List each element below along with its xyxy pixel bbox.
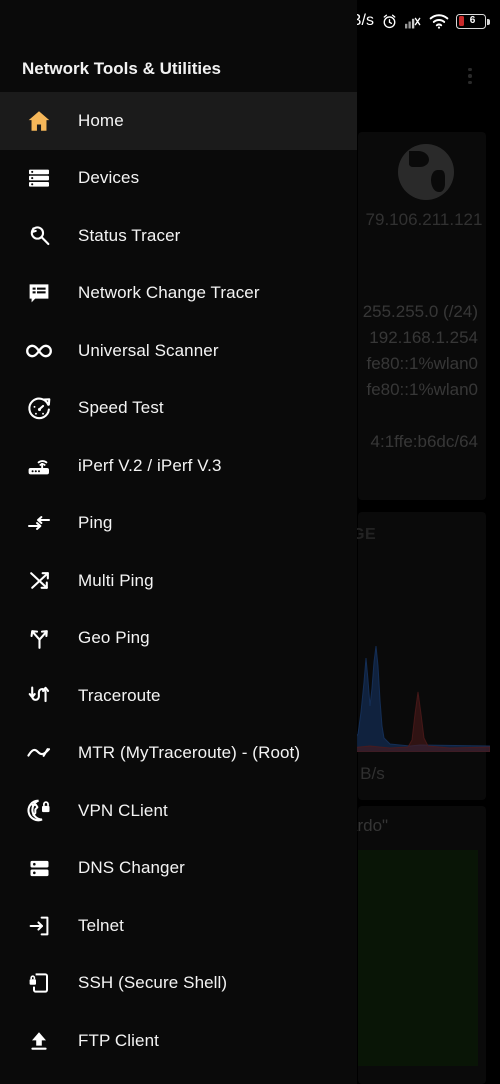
traceroute-icon (22, 679, 56, 713)
sidebar-item-label: Devices (78, 168, 140, 188)
sidebar-item-universal-scanner[interactable]: Universal Scanner (0, 322, 357, 380)
phone-lock-icon (22, 966, 56, 1000)
sidebar-item-label: iPerf V.2 / iPerf V.3 (78, 455, 222, 475)
sidebar-item-devices[interactable]: Devices (0, 150, 357, 208)
sidebar-item-ping[interactable]: Ping (0, 495, 357, 553)
sidebar-item-multi-ping[interactable]: Multi Ping (0, 552, 357, 610)
devices-list-icon (22, 161, 56, 195)
alarm-clock-icon (383, 14, 396, 28)
sidebar-item-label: Speed Test (78, 398, 164, 418)
cellular-signal-off-icon (405, 17, 421, 28)
sidebar-item-home[interactable]: Home (0, 92, 357, 150)
navigation-drawer: Network Tools & Utilities Home Devices S… (0, 0, 357, 1084)
wifi-icon (429, 14, 449, 29)
sidebar-item-label: SSH (Secure Shell) (78, 973, 228, 993)
sidebar-item-label: MTR (MyTraceroute) - (Root) (78, 743, 301, 763)
battery-icon: 6 (456, 13, 490, 29)
infinity-icon (22, 334, 56, 368)
sidebar-item-ssh[interactable]: SSH (Secure Shell) (0, 955, 357, 1013)
sidebar-item-label: Geo Ping (78, 628, 150, 648)
branch-arrows-icon (22, 621, 56, 655)
drawer-header: Network Tools & Utilities (0, 46, 357, 92)
sidebar-item-network-change-tracer[interactable]: Network Change Tracer (0, 265, 357, 323)
sidebar-item-mtr[interactable]: MTR (MyTraceroute) - (Root) (0, 725, 357, 783)
speedometer-icon (22, 391, 56, 425)
server-icon (22, 851, 56, 885)
home-icon (22, 104, 56, 138)
router-icon (22, 449, 56, 483)
chat-list-icon (22, 276, 56, 310)
sidebar-item-label: FTP Client (78, 1030, 159, 1050)
shuffle-icon (22, 564, 56, 598)
sidebar-item-traceroute[interactable]: Traceroute (0, 667, 357, 725)
sidebar-item-label: VPN CLient (78, 800, 168, 820)
ping-arrows-icon (22, 506, 56, 540)
sidebar-item-geo-ping[interactable]: Geo Ping (0, 610, 357, 668)
sidebar-item-iperf[interactable]: iPerf V.2 / iPerf V.3 (0, 437, 357, 495)
drawer-menu-list: Home Devices Status Tracer Network Chang… (0, 92, 357, 1070)
upload-icon (22, 1024, 56, 1058)
sidebar-item-vpn-client[interactable]: VPN CLient (0, 782, 357, 840)
sidebar-item-label: Network Change Tracer (78, 283, 260, 303)
sidebar-item-ftp-client[interactable]: FTP Client (0, 1012, 357, 1070)
sidebar-item-speed-test[interactable]: Speed Test (0, 380, 357, 438)
sidebar-item-label: Multi Ping (78, 570, 154, 590)
sidebar-item-label: Ping (78, 513, 113, 533)
drawer-title: Network Tools & Utilities (22, 59, 221, 78)
sidebar-item-label: Telnet (78, 915, 124, 935)
globe-lock-icon (22, 794, 56, 828)
terminal-enter-icon (22, 909, 56, 943)
sidebar-item-status-tracer[interactable]: Status Tracer (0, 207, 357, 265)
sidebar-item-label: DNS Changer (78, 858, 185, 878)
sidebar-item-dns-changer[interactable]: DNS Changer (0, 840, 357, 898)
battery-level: 6 (469, 15, 476, 26)
sidebar-item-telnet[interactable]: Telnet (0, 897, 357, 955)
sidebar-item-label: Universal Scanner (78, 340, 219, 360)
sidebar-item-label: Status Tracer (78, 225, 181, 245)
trend-line-icon (22, 736, 56, 770)
search-history-icon (22, 219, 56, 253)
sidebar-item-label: Home (78, 110, 124, 130)
sidebar-item-label: Traceroute (78, 685, 161, 705)
